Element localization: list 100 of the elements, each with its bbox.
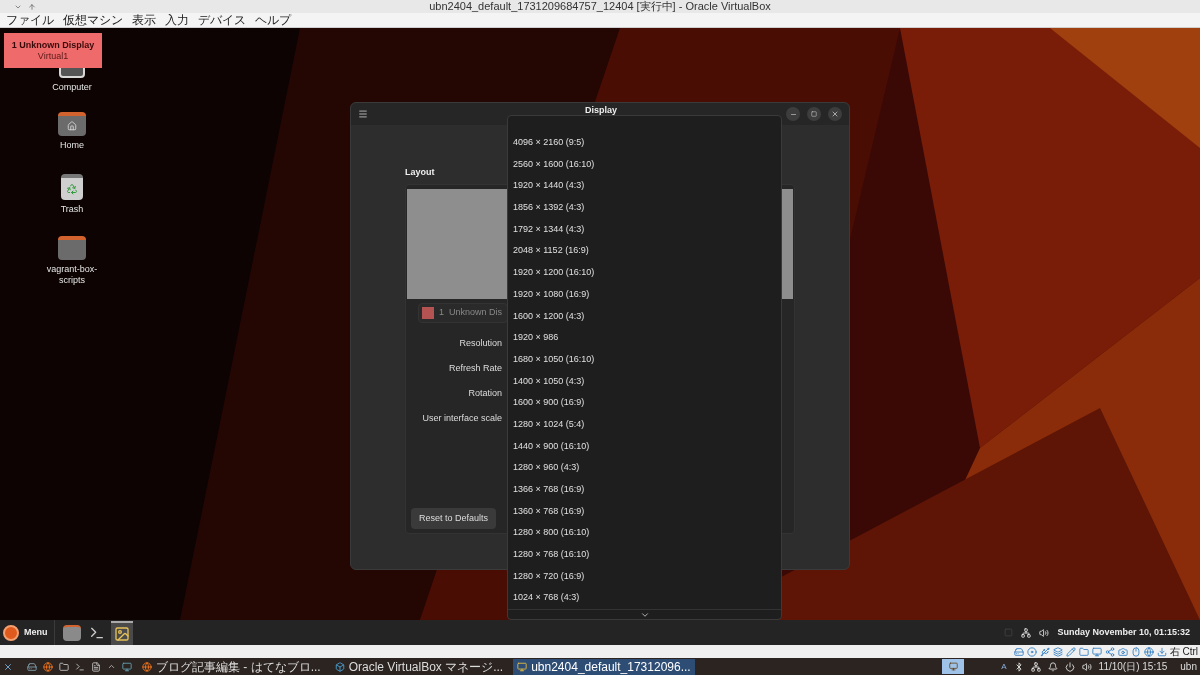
resolution-option[interactable]: 1280 × 720 (16:9) <box>508 565 781 588</box>
menu-icon[interactable] <box>358 109 368 119</box>
bluetooth-icon[interactable] <box>1013 661 1024 672</box>
menu-item[interactable]: デバイス <box>198 13 246 27</box>
virtual-machine-icon <box>517 661 528 672</box>
menu-item[interactable]: 仮想マシン <box>63 13 123 27</box>
maximize-button[interactable] <box>807 107 821 121</box>
taskbar-task[interactable]: ブログ記事編集 - はてなブロ... <box>138 658 325 675</box>
status-icon[interactable] <box>1117 646 1128 657</box>
volume-icon[interactable] <box>1081 661 1092 672</box>
section-heading: Layout <box>405 167 436 178</box>
resolution-option[interactable]: 1920 × 1200 (16:10) <box>508 262 781 284</box>
resolution-option[interactable]: 1280 × 1024 (5:4) <box>508 413 781 436</box>
drive-icon[interactable] <box>27 661 37 672</box>
virtual-machine-icon <box>948 662 958 671</box>
status-icon[interactable] <box>1026 646 1037 657</box>
monitor-name: Unknown Dis <box>449 306 503 320</box>
status-icon[interactable] <box>1039 646 1050 657</box>
resolution-option[interactable]: 1600 × 1200 (4:3) <box>508 305 781 328</box>
desktop-icon-label[interactable]: vagrant-box-scripts <box>42 264 102 286</box>
network-icon[interactable] <box>1030 661 1041 672</box>
notification-icon[interactable] <box>1047 661 1058 672</box>
virtualbox-tray-button[interactable] <box>942 659 965 674</box>
browser-icon <box>142 661 152 672</box>
resolution-option[interactable]: 2560 × 1600 (16:10) <box>508 153 781 176</box>
resolution-option[interactable]: 1440 × 900 (16:10) <box>508 435 781 458</box>
ubuntu-logo-icon <box>3 624 19 641</box>
minimize-button[interactable] <box>786 107 800 121</box>
status-icon[interactable] <box>1130 646 1141 657</box>
setting-label: Resolution <box>459 337 502 350</box>
keep-above-icon[interactable] <box>28 2 36 11</box>
user-name[interactable]: ubn <box>1180 659 1197 674</box>
display-name: 1 Unknown Display <box>11 39 95 51</box>
status-icon[interactable] <box>1078 646 1089 657</box>
resolution-option[interactable]: 1680 × 1050 (16:10) <box>508 348 781 371</box>
resolution-option[interactable]: 1360 × 768 (16:9) <box>508 500 781 523</box>
home-folder-icon <box>58 112 86 136</box>
resolution-option[interactable]: 2048 × 1152 (16:9) <box>508 240 781 263</box>
resolution-option[interactable]: 1920 × 1440 (4:3) <box>508 175 781 198</box>
close-icon <box>831 110 839 118</box>
volume-icon[interactable] <box>1039 627 1050 638</box>
status-icon[interactable] <box>1065 646 1076 657</box>
display-connector: Virtual1 <box>37 50 69 62</box>
resolution-option[interactable]: 1400 × 1050 (4:3) <box>508 370 781 393</box>
setting-label: User interface scale <box>422 412 502 425</box>
desktop-icon-label[interactable]: Home <box>42 140 102 151</box>
status-icon[interactable] <box>1104 646 1115 657</box>
monitor-icon[interactable] <box>122 661 132 672</box>
resolution-option[interactable]: 1366 × 768 (16:9) <box>508 479 781 501</box>
menu-item[interactable]: ヘルプ <box>255 13 291 27</box>
monitor-color-swatch <box>422 307 434 319</box>
taskbar-task[interactable]: ubn2404_default_17312096... <box>513 658 695 675</box>
launcher-button[interactable] <box>110 620 133 645</box>
close-button[interactable] <box>828 107 842 121</box>
clock[interactable]: 11/10(日) 15:15 <box>1098 659 1168 674</box>
menu-item[interactable]: ファイル <box>6 13 54 27</box>
window-title: Display <box>584 105 618 116</box>
status-icon[interactable] <box>1156 646 1167 657</box>
folder-icon[interactable] <box>59 661 69 672</box>
setting-label: Rotation <box>468 387 502 400</box>
resolution-option[interactable]: 1024 × 768 (4:3) <box>508 587 781 610</box>
maximize-icon <box>811 111 817 117</box>
resolution-option[interactable]: 1920 × 986 <box>508 327 781 349</box>
status-icon[interactable] <box>1143 646 1154 657</box>
caret-icon[interactable] <box>107 662 116 671</box>
power-icon[interactable] <box>1064 661 1075 672</box>
resolution-option[interactable]: 1920 × 1080 (16:9) <box>508 283 781 306</box>
input-indicator[interactable]: A <box>1001 660 1007 673</box>
status-icon[interactable] <box>1052 646 1063 657</box>
host-key-label: 右 Ctrl <box>1169 645 1198 658</box>
menu-item[interactable]: 入力 <box>165 13 189 27</box>
resolution-option[interactable]: 1792 × 1344 (4:3) <box>508 218 781 241</box>
resolution-option[interactable]: 4096 × 2160 (9:5) <box>508 132 781 154</box>
menu-item[interactable]: 表示 <box>132 13 156 27</box>
start-icon[interactable] <box>3 661 13 672</box>
editor-icon[interactable] <box>91 661 101 672</box>
resolution-option[interactable]: 1600 × 900 (16:9) <box>508 392 781 414</box>
status-icon[interactable] <box>1013 646 1024 657</box>
clock[interactable]: Sunday November 10, 01:15:32 <box>1057 625 1190 640</box>
monitor-number: 1 <box>439 306 444 320</box>
reset-button[interactable]: Reset to Defaults <box>411 508 496 529</box>
trash-icon <box>61 174 83 200</box>
virtualbox-icon <box>334 661 345 672</box>
terminal-icon[interactable] <box>75 661 85 672</box>
resolution-option[interactable]: 1280 × 960 (4:3) <box>508 457 781 479</box>
resolution-option[interactable]: 1280 × 768 (16:10) <box>508 544 781 566</box>
status-icon[interactable] <box>1091 646 1102 657</box>
scroll-down-icon[interactable] <box>639 610 650 620</box>
taskbar-task[interactable]: Oracle VirtualBox マネージ... <box>330 658 508 675</box>
network-icon[interactable] <box>1021 627 1032 638</box>
desktop-icon-label[interactable]: Trash <box>42 204 102 215</box>
setting-label: Refresh Rate <box>448 362 502 375</box>
resolution-option[interactable]: 1280 × 800 (16:10) <box>508 522 781 545</box>
desktop-icon-label[interactable]: Computer <box>42 82 102 93</box>
resolution-option[interactable]: 1856 × 1392 (4:3) <box>508 197 781 219</box>
window-title: ubn2404_default_1731209684757_12404 [実行中] - Oracle VirtualBox <box>428 0 772 13</box>
monitor-chip[interactable]: 1 Unknown Dis <box>418 303 508 323</box>
folder-icon <box>58 236 86 260</box>
browser-icon[interactable] <box>43 661 53 672</box>
image-viewer-icon <box>113 625 130 642</box>
